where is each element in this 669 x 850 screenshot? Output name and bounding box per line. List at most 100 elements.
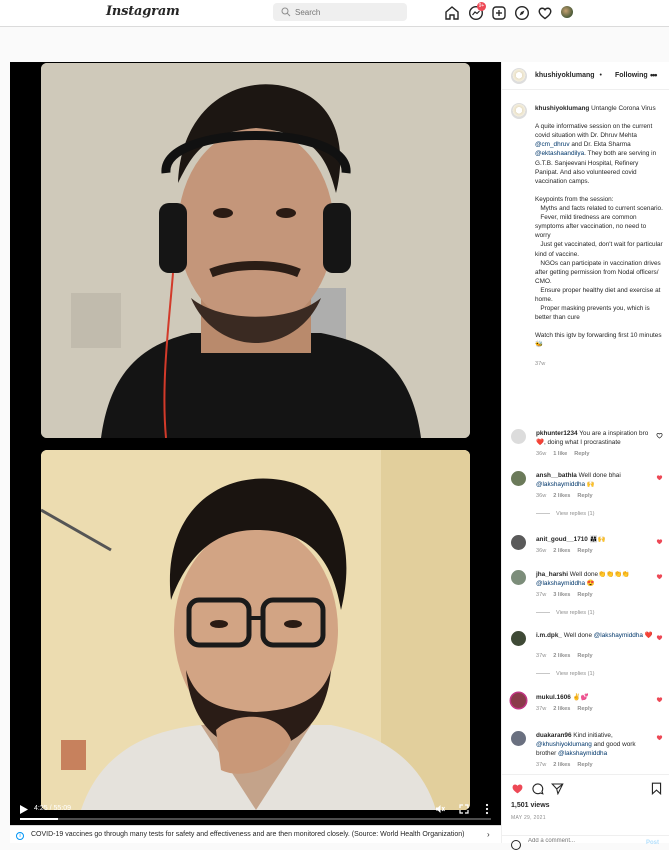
comment-like-heart-icon[interactable]: [656, 634, 663, 641]
comment-like-heart-icon[interactable]: [656, 734, 663, 741]
caption-paragraph-1: A quite informative session on the curre…: [535, 123, 658, 185]
comment-age: 36w: [536, 451, 547, 458]
comment-likes[interactable]: 2 likes: [553, 762, 570, 768]
comment-reply[interactable]: Reply: [577, 493, 592, 499]
post-date: MAY 29, 2021: [511, 815, 546, 821]
mention-link[interactable]: @lakshaymiddha: [558, 750, 607, 757]
chevron-right-icon[interactable]: ›: [487, 830, 490, 839]
commenter-avatar[interactable]: [511, 693, 526, 708]
author-avatar[interactable]: [511, 68, 527, 84]
comment-reply[interactable]: Reply: [577, 762, 592, 768]
more-options-icon[interactable]: •••: [650, 70, 658, 80]
comment-likes[interactable]: 2 likes: [553, 548, 570, 554]
mention-link[interactable]: @lakshaymiddha: [536, 481, 585, 488]
mute-icon[interactable]: [435, 804, 445, 814]
heart-icon[interactable]: [537, 5, 553, 21]
profile-avatar[interactable]: [561, 6, 573, 18]
comment-text: duakaran96 Kind initiative, @khushiyoklu…: [536, 732, 636, 758]
comment-likes[interactable]: 2 likes: [553, 653, 570, 659]
comment-reply[interactable]: Reply: [577, 653, 592, 659]
video-progress-bar[interactable]: [20, 818, 491, 820]
commenter-username[interactable]: i.m.dpk_: [536, 632, 562, 639]
mention-link[interactable]: @lakshaymiddha: [536, 580, 585, 587]
commenter-avatar[interactable]: [511, 731, 526, 746]
mention-link[interactable]: @ektashaandilya: [535, 150, 584, 157]
video-player[interactable]: 4:25 / 55:09: [10, 62, 501, 825]
share-icon[interactable]: [551, 782, 564, 795]
commenter-username[interactable]: mukul.1606: [536, 694, 571, 701]
view-replies-link[interactable]: View replies (1): [536, 610, 594, 616]
comment-text: ansh__bathla Well done bhai @lakshaymidd…: [536, 472, 621, 489]
info-icon: i: [16, 832, 24, 840]
commenter-avatar[interactable]: [511, 570, 526, 585]
commenter-username[interactable]: anit_goud__1710: [536, 536, 588, 543]
comment-meta: 36w 1 like Reply: [536, 451, 597, 457]
commenter-username[interactable]: pkhunter1234: [536, 430, 578, 437]
post-comment-button[interactable]: Post: [646, 840, 659, 846]
comment-age: 36w: [536, 493, 547, 500]
comment-likes[interactable]: 2 likes: [553, 493, 570, 499]
comment-age: 37w: [536, 762, 547, 769]
commenter-avatar[interactable]: [511, 535, 526, 550]
author-username[interactable]: khushiyoklumang •: [535, 72, 602, 79]
more-icon[interactable]: [485, 803, 489, 815]
commenter-username[interactable]: duakaran96: [536, 732, 572, 739]
search-box[interactable]: [273, 3, 407, 21]
commenter-username[interactable]: jha_harshi: [536, 571, 568, 578]
view-replies-link[interactable]: View replies (1): [536, 511, 594, 517]
comment-like-heart-icon[interactable]: [656, 696, 663, 703]
post-caption: khushiyoklumang Untangle Corona Virus A …: [535, 104, 663, 369]
comment-like-heart-icon[interactable]: [656, 538, 663, 545]
covid-info-text: COVID-19 vaccines go through many tests …: [31, 831, 465, 838]
commenter-username[interactable]: ansh__bathla: [536, 472, 577, 479]
comment-icon[interactable]: [531, 782, 544, 795]
play-icon[interactable]: [20, 805, 28, 814]
search-input[interactable]: [295, 3, 403, 21]
mention-link[interactable]: @khushiyoklumang: [536, 741, 592, 748]
comment-reply[interactable]: Reply: [577, 548, 592, 554]
commenter-avatar[interactable]: [511, 471, 526, 486]
comment-text: anit_goud__1710 👨‍👩‍👧🙌: [536, 536, 606, 543]
like-heart-icon[interactable]: [511, 782, 524, 795]
emoji-icon[interactable]: [511, 840, 521, 850]
comment-meta: 36w 2 likes Reply: [536, 493, 600, 499]
caption-title: Untangle Corona Virus: [591, 105, 656, 112]
video-controls: 4:25 / 55:09: [10, 797, 501, 825]
view-count[interactable]: 1,501 views: [511, 802, 550, 809]
comment-text: mukul.1606 ✌️💕: [536, 694, 589, 701]
following-button[interactable]: Following: [615, 72, 648, 79]
fullscreen-icon[interactable]: [459, 804, 469, 814]
comment-age: 37w: [536, 706, 547, 713]
comment-like-heart-icon[interactable]: [656, 432, 663, 439]
comment-likes[interactable]: 3 likes: [553, 592, 570, 598]
commenter-avatar[interactable]: [511, 429, 526, 444]
new-post-icon[interactable]: [491, 5, 507, 21]
post-panel: khushiyoklumang • Following ••• khushiyo…: [501, 62, 669, 850]
caption-username[interactable]: khushiyoklumang: [535, 105, 589, 112]
explore-icon[interactable]: [514, 5, 530, 21]
covid-info-banner[interactable]: i COVID-19 vaccines go through many test…: [10, 825, 501, 843]
caption-avatar[interactable]: [511, 103, 527, 119]
video-frame-bottom: [41, 450, 470, 810]
search-icon: [281, 7, 291, 17]
comment-likes[interactable]: 2 likes: [553, 706, 570, 712]
comment-reply[interactable]: Reply: [577, 706, 592, 712]
comment-reply[interactable]: Reply: [574, 451, 589, 457]
post-header: khushiyoklumang • Following •••: [502, 62, 669, 90]
comments-scroll[interactable]: khushiyoklumang Untangle Corona Virus A …: [502, 90, 669, 770]
comment-reply[interactable]: Reply: [577, 592, 592, 598]
comment-likes[interactable]: 1 like: [553, 451, 567, 457]
mention-link[interactable]: @lakshaymiddha: [594, 632, 643, 639]
add-comment-input[interactable]: [528, 838, 628, 844]
view-replies-link[interactable]: View replies (1): [536, 671, 594, 677]
comment-age: 37w: [536, 592, 547, 599]
video-time: 4:25 / 55:09: [34, 805, 71, 812]
comment-like-heart-icon[interactable]: [656, 474, 663, 481]
video-frame-top: [41, 63, 470, 438]
instagram-logo[interactable]: Instagram: [106, 4, 180, 19]
home-icon[interactable]: [444, 5, 460, 21]
comment-like-heart-icon[interactable]: [656, 573, 663, 580]
bookmark-icon[interactable]: [650, 782, 663, 795]
commenter-avatar[interactable]: [511, 631, 526, 646]
mention-link[interactable]: @cm_dhruv: [535, 141, 570, 148]
